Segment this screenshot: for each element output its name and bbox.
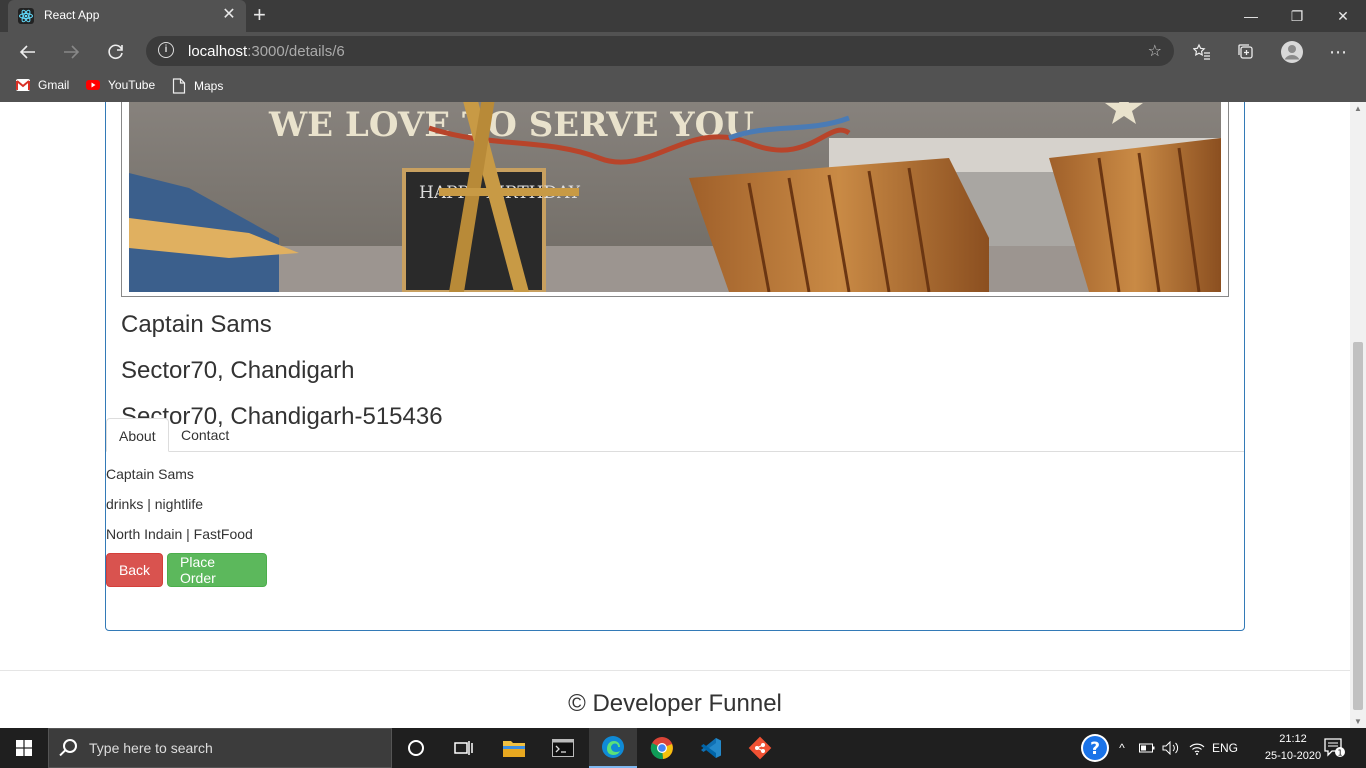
scroll-up-icon[interactable]: ▲ <box>1353 104 1363 113</box>
browser-navbar: i localhost:3000/details/6 ☆ ⋯ <box>0 32 1366 72</box>
footer-divider <box>0 670 1350 671</box>
notifications-icon[interactable]: 1 <box>1320 728 1350 768</box>
restaurant-name: Captain Sams <box>121 311 272 338</box>
place-order-button[interactable]: Place Order <box>167 553 267 587</box>
bookmark-maps[interactable]: Maps <box>172 78 223 94</box>
about-types: drinks | nightlife <box>106 496 204 512</box>
svg-text:?: ? <box>1090 739 1100 759</box>
youtube-icon <box>86 80 100 90</box>
close-window-icon[interactable]: ✕ <box>1320 0 1366 32</box>
url-host: localhost <box>188 43 248 60</box>
tab-title: React App <box>44 8 100 22</box>
cortana-icon[interactable] <box>392 728 440 768</box>
git-app-icon[interactable] <box>736 728 784 768</box>
address-bar[interactable]: i localhost:3000/details/6 ☆ <box>146 36 1174 66</box>
page-icon <box>172 78 186 94</box>
search-icon <box>63 739 77 753</box>
gmail-icon <box>16 79 30 91</box>
restore-icon[interactable]: ❐ <box>1274 0 1320 32</box>
show-hidden-icons-icon[interactable]: ^ <box>1114 728 1130 768</box>
vscode-icon[interactable] <box>687 728 735 768</box>
restaurant-image: WE LOVE TO SERVE YOU HAPPY BIRTHDAY <box>129 102 1221 292</box>
bookmarks-bar: Gmail YouTube Maps <box>0 72 1366 102</box>
wall-sign-text: WE LOVE TO SERVE YOU <box>268 105 754 145</box>
file-explorer-icon[interactable] <box>490 728 538 768</box>
bookmark-maps-label: Maps <box>194 79 224 93</box>
back-button[interactable]: Back <box>106 553 163 587</box>
favorites-list-icon[interactable] <box>1190 40 1214 64</box>
volume-icon[interactable] <box>1160 728 1182 768</box>
scroll-down-icon[interactable]: ▼ <box>1353 717 1363 726</box>
command-prompt-icon[interactable] <box>539 728 587 768</box>
task-view-icon[interactable] <box>440 728 488 768</box>
restaurant-image-frame: WE LOVE TO SERVE YOU HAPPY BIRTHDAY <box>121 102 1229 297</box>
back-arrow-icon[interactable] <box>16 40 40 64</box>
taskbar-search-box[interactable]: Type here to search <box>48 728 392 768</box>
clock-date: 25-10-2020 <box>1264 750 1322 762</box>
chrome-icon[interactable] <box>638 728 686 768</box>
about-name: Captain Sams <box>106 466 194 482</box>
url-path: :3000/details/6 <box>247 43 345 60</box>
refresh-icon[interactable] <box>104 40 128 64</box>
help-icon[interactable]: ? <box>1078 728 1112 768</box>
favorite-star-icon[interactable]: ☆ <box>1148 41 1162 61</box>
bookmark-gmail[interactable]: Gmail <box>16 78 69 92</box>
language-indicator[interactable]: ENG <box>1210 728 1240 768</box>
new-tab-button[interactable]: + <box>253 4 266 26</box>
notification-count: 1 <box>1337 749 1342 758</box>
tab-about[interactable]: About <box>106 418 169 452</box>
page-viewport: WE LOVE TO SERVE YOU HAPPY BIRTHDAY <box>0 102 1350 728</box>
forward-arrow-icon[interactable] <box>59 40 83 64</box>
browser-titlebar: React App ✕ + — ❐ ✕ <box>0 0 1366 32</box>
windows-start-icon[interactable] <box>0 728 48 768</box>
edge-browser-icon[interactable] <box>589 728 637 768</box>
taskbar-search-placeholder: Type here to search <box>89 740 213 756</box>
about-cuisines: North Indain | FastFood <box>106 526 253 542</box>
footer-copyright: © Developer Funnel <box>568 690 782 717</box>
tab-close-icon[interactable]: ✕ <box>220 6 238 24</box>
window-controls: — ❐ ✕ <box>1228 0 1366 32</box>
scroll-thumb[interactable] <box>1353 342 1363 710</box>
collections-icon[interactable] <box>1234 40 1258 64</box>
site-info-icon[interactable]: i <box>158 42 174 58</box>
page-scrollbar[interactable]: ▲ ▼ <box>1350 102 1366 728</box>
bookmark-youtube[interactable]: YouTube <box>86 78 155 92</box>
restaurant-locality: Sector70, Chandigarh <box>121 357 355 384</box>
taskbar-clock[interactable]: 21:12 25-10-2020 <box>1262 731 1324 765</box>
profile-avatar-icon[interactable] <box>1280 40 1304 64</box>
browser-tab[interactable]: React App ✕ <box>8 0 246 32</box>
tab-contact[interactable]: Contact <box>169 418 241 451</box>
restaurant-details-panel: WE LOVE TO SERVE YOU HAPPY BIRTHDAY <box>105 102 1245 631</box>
details-tabs: About Contact <box>106 418 1244 452</box>
minimize-icon[interactable]: — <box>1228 0 1274 32</box>
react-logo-icon <box>18 8 34 24</box>
clock-time: 21:12 <box>1279 733 1307 745</box>
settings-more-icon[interactable]: ⋯ <box>1326 40 1350 64</box>
bookmark-gmail-label: Gmail <box>38 78 70 92</box>
battery-icon[interactable] <box>1138 728 1156 768</box>
windows-taskbar: Type here to search ? ^ ENG 21:12 25-10-… <box>0 728 1366 768</box>
url-text[interactable]: localhost:3000/details/6 <box>188 43 345 60</box>
bookmark-youtube-label: YouTube <box>108 78 156 92</box>
wifi-icon[interactable] <box>1186 728 1208 768</box>
